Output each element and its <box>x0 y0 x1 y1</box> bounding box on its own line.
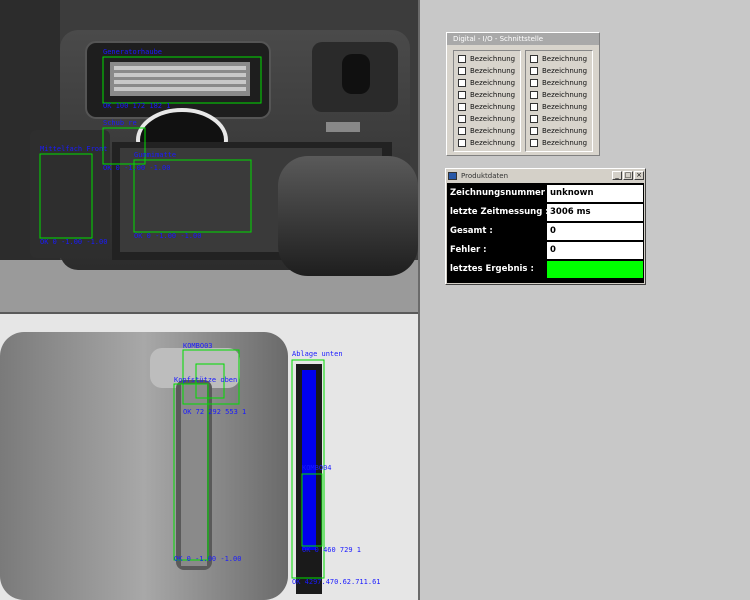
checkbox[interactable] <box>458 127 466 135</box>
last-time-value: 3006 ms <box>547 204 643 221</box>
io-checkbox-item[interactable]: Bezeichnung <box>458 138 515 148</box>
io-checkbox-item[interactable]: Bezeichnung <box>458 78 515 88</box>
io-item-label: Bezeichnung <box>470 139 516 147</box>
io-checkbox-item[interactable]: Bezeichnung <box>458 102 515 112</box>
io-checkbox-item[interactable]: Bezeichnung <box>458 126 515 136</box>
checkbox[interactable] <box>530 127 538 135</box>
roi-label: Gummimatte <box>134 151 176 159</box>
io-checkbox-item[interactable]: Bezeichnung <box>530 78 587 88</box>
roi-label: OK 100 172 182 1 <box>103 102 170 110</box>
io-item-label: Bezeichnung <box>470 103 516 111</box>
roi-label: OK 0 -1.00 -1.00 <box>134 232 201 240</box>
io-checkbox-item[interactable]: Bezeichnung <box>530 126 587 136</box>
io-output-group: Bezeichnung Bezeichnung Bezeichnung Beze… <box>525 50 593 152</box>
io-item-label: Bezeichnung <box>542 127 588 135</box>
product-data-row: Fehler : 0 <box>447 241 644 260</box>
io-item-label: Bezeichnung <box>470 91 516 99</box>
field-label: letztes Ergebnis : <box>450 264 534 274</box>
field-label: letzte Zeitmessung : <box>450 207 549 217</box>
io-item-label: Bezeichnung <box>470 127 516 135</box>
checkbox[interactable] <box>530 139 538 147</box>
roi-label: OK 0 -1.00 -1.00 <box>40 238 107 246</box>
io-item-label: Bezeichnung <box>542 79 588 87</box>
io-checkbox-item[interactable]: Bezeichnung <box>530 66 587 76</box>
roi-label: Mittelfach Front <box>40 145 107 153</box>
field-label: Gesamt : <box>450 226 493 236</box>
product-data-row: Zeichnungsnummer : unknown <box>447 184 644 203</box>
io-item-label: Bezeichnung <box>470 115 516 123</box>
io-item-label: Bezeichnung <box>542 103 588 111</box>
roi-label: KOMBO04 <box>302 464 332 472</box>
close-button[interactable]: × <box>634 171 644 180</box>
roi-label: Schub re <box>103 119 137 127</box>
roi-label: OK 4297.470.62.711.61 <box>292 578 381 586</box>
product-data-row: letztes Ergebnis : <box>447 260 644 279</box>
checkbox[interactable] <box>458 139 466 147</box>
camera-view-top: Generatorhaube OK 100 172 182 1 Schub re… <box>0 0 418 312</box>
checkbox[interactable] <box>530 103 538 111</box>
roi-label: OK 0 -1.00 -1.00 <box>103 164 170 172</box>
checkbox[interactable] <box>458 115 466 123</box>
digital-io-panel: Digital - I/O - Schnittstelle Bezeichnun… <box>446 32 600 156</box>
checkbox[interactable] <box>458 67 466 75</box>
checkbox[interactable] <box>458 55 466 63</box>
maximize-button[interactable]: □ <box>623 171 633 180</box>
io-item-label: Bezeichnung <box>542 139 588 147</box>
camera-image-top: Generatorhaube OK 100 172 182 1 Schub re… <box>0 0 418 312</box>
io-item-label: Bezeichnung <box>470 79 516 87</box>
total-count-value: 0 <box>547 223 643 240</box>
roi-label: OK 72 292 553 1 <box>183 408 246 416</box>
roi-label: OK 0 -1.00 -1.00 <box>174 555 241 563</box>
checkbox[interactable] <box>530 55 538 63</box>
io-checkbox-item[interactable]: Bezeichnung <box>458 66 515 76</box>
checkbox[interactable] <box>458 79 466 87</box>
roi-label: KOMBO03 <box>183 342 213 350</box>
last-result-indicator <box>547 261 643 278</box>
checkbox[interactable] <box>458 103 466 111</box>
checkbox[interactable] <box>458 91 466 99</box>
product-data-table: Zeichnungsnummer : unknown letzte Zeitme… <box>447 183 644 283</box>
io-item-label: Bezeichnung <box>470 55 516 63</box>
io-checkbox-item[interactable]: Bezeichnung <box>530 102 587 112</box>
io-checkbox-item[interactable]: Bezeichnung <box>530 114 587 124</box>
io-item-label: Bezeichnung <box>542 55 588 63</box>
io-checkbox-item[interactable]: Bezeichnung <box>530 138 587 148</box>
roi-label: OK 0 460 729 1 <box>302 546 361 554</box>
minimize-button[interactable]: _ <box>612 171 622 180</box>
checkbox[interactable] <box>530 91 538 99</box>
io-item-label: Bezeichnung <box>542 115 588 123</box>
io-panel-title: Digital - I/O - Schnittstelle <box>447 33 599 45</box>
product-data-row: letzte Zeitmessung : 3006 ms <box>447 203 644 222</box>
camera-view-bottom: KOMBO03 Kopfstütze oben OK 72 292 553 1 … <box>0 314 418 600</box>
io-item-label: Bezeichnung <box>542 67 588 75</box>
io-item-label: Bezeichnung <box>470 67 516 75</box>
roi-label: Ablage unten <box>292 350 343 358</box>
io-input-group: Bezeichnung Bezeichnung Bezeichnung Beze… <box>453 50 521 152</box>
window-title: Produktdaten <box>461 171 509 180</box>
io-checkbox-item[interactable]: Bezeichnung <box>458 114 515 124</box>
product-data-window: Produktdaten _ □ × Zeichnungsnummer : un… <box>445 168 646 285</box>
field-label: Zeichnungsnummer : <box>450 188 552 198</box>
roi-label: Kopfstütze oben <box>174 376 237 384</box>
io-checkbox-item[interactable]: Bezeichnung <box>458 54 515 64</box>
io-checkbox-item[interactable]: Bezeichnung <box>530 90 587 100</box>
io-checkbox-item[interactable]: Bezeichnung <box>530 54 587 64</box>
app-window-icon <box>448 171 457 180</box>
camera-image-bottom: KOMBO03 Kopfstütze oben OK 72 292 553 1 … <box>0 314 418 600</box>
io-checkbox-item[interactable]: Bezeichnung <box>458 90 515 100</box>
checkbox[interactable] <box>530 115 538 123</box>
checkbox[interactable] <box>530 79 538 87</box>
io-item-label: Bezeichnung <box>542 91 588 99</box>
error-count-value: 0 <box>547 242 643 259</box>
vertical-splitter[interactable] <box>418 0 420 600</box>
window-title-bar[interactable]: Produktdaten _ □ × <box>446 169 645 182</box>
field-label: Fehler : <box>450 245 487 255</box>
roi-label: Generatorhaube <box>103 48 162 56</box>
checkbox[interactable] <box>530 67 538 75</box>
drawing-number-value: unknown <box>547 185 643 202</box>
product-data-row: Gesamt : 0 <box>447 222 644 241</box>
